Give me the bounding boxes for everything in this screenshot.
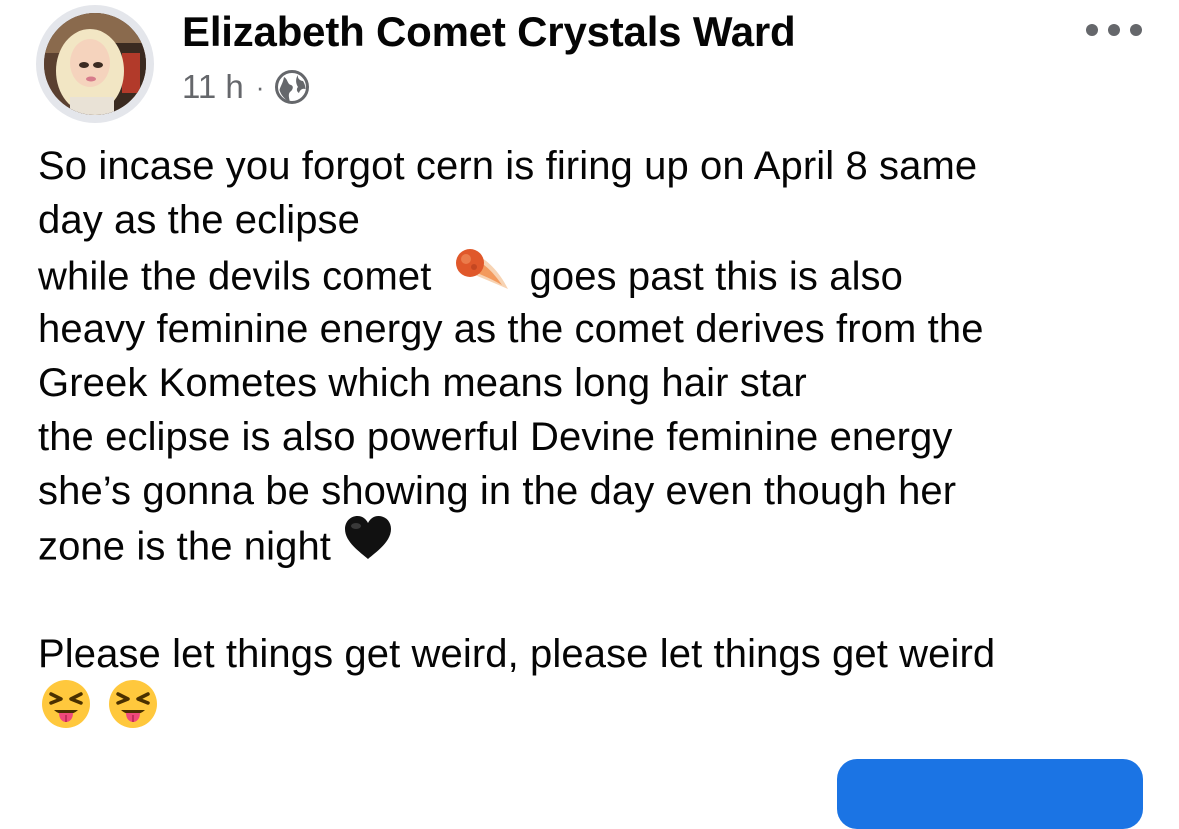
post-text-line: she’s gonna be showing in the day even t… [38, 469, 957, 514]
author-name[interactable]: Elizabeth Comet Crystals Ward [182, 6, 796, 58]
post-text-line: So incase you forgot cern is firing up o… [38, 144, 978, 188]
post-text-line: heavy feminine energy as the comet deriv… [38, 306, 984, 351]
comet-emoji [450, 243, 512, 307]
avatar-photo [44, 13, 146, 115]
post-text-line: the eclipse is also powerful Devine femi… [38, 414, 953, 459]
squinting-face-with-tongue-emoji [105, 677, 161, 747]
post-meta: 11 h · [182, 64, 310, 110]
globe-icon[interactable] [274, 69, 310, 105]
action-button[interactable] [837, 759, 1143, 829]
avatar[interactable] [44, 13, 146, 115]
meta-separator: · [255, 71, 265, 102]
post-text-line: day as the eclipse [38, 198, 360, 243]
black-heart-emoji [342, 514, 394, 576]
post-text-line: Greek Kometes which means long hair star [38, 360, 807, 405]
post-text-line: Please let things get weird, please let … [38, 631, 996, 676]
post-text-line: while the devils comet goes past this is… [38, 247, 1158, 301]
post-text-segment: zone is the night [38, 524, 332, 569]
squinting-face-with-tongue-emoji [38, 677, 94, 747]
post-text-segment: goes past this is also [529, 255, 904, 300]
post-text-segment: while the devils comet [38, 255, 432, 300]
post-text-line: zone is the night [38, 516, 1158, 572]
facebook-post: Elizabeth Comet Crystals Ward 11 h · So … [0, 0, 1179, 829]
emoji-line [38, 679, 1158, 735]
post-text: So incase you forgot cern is firing up o… [38, 139, 1158, 735]
post-time[interactable]: 11 h [182, 68, 244, 106]
more-options-button[interactable] [1086, 14, 1142, 46]
more-dots-icon [1086, 24, 1098, 36]
